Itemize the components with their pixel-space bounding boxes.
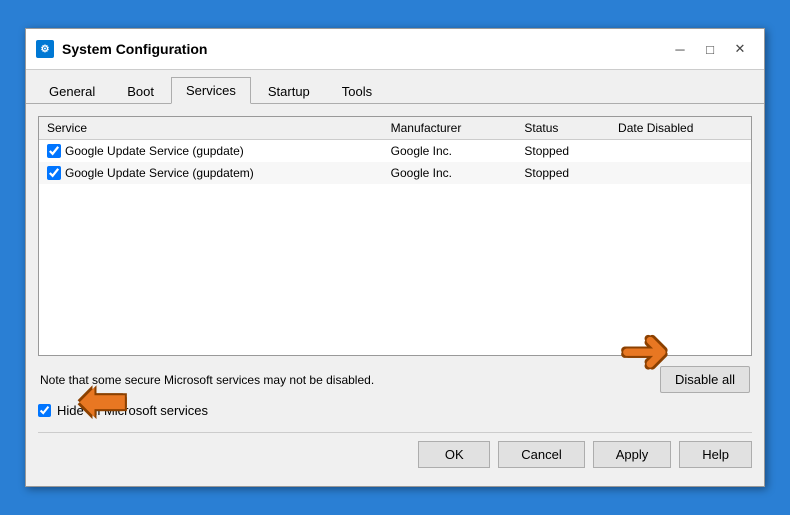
apply-button[interactable]: Apply (593, 441, 672, 468)
tab-bar: General Boot Services Startup Tools (26, 70, 764, 104)
tab-services[interactable]: Services (171, 77, 251, 104)
cancel-button[interactable]: Cancel (498, 441, 584, 468)
service-table-body: Google Update Service (gupdate) Google I… (39, 140, 751, 185)
ok-button[interactable]: OK (418, 441, 490, 468)
right-arrow-icon: ➜ (620, 316, 670, 386)
col-header-service: Service (39, 117, 383, 140)
content-wrapper: PCL Service Manufacturer Status Date Dis… (38, 116, 752, 474)
service-manufacturer-gupdate: Google Inc. (383, 140, 517, 163)
tab-content: PCL Service Manufacturer Status Date Dis… (26, 104, 764, 486)
service-manufacturer-gupdatem: Google Inc. (383, 162, 517, 184)
service-date-gupdatem (610, 162, 751, 184)
system-configuration-window: ⚙ System Configuration ─ □ ✕ General Boo… (25, 28, 765, 487)
tab-tools[interactable]: Tools (327, 77, 387, 104)
service-name-gupdatem: Google Update Service (gupdatem) (65, 166, 254, 180)
table-row: Google Update Service (gupdatem) Google … (39, 162, 751, 184)
title-bar: ⚙ System Configuration ─ □ ✕ (26, 29, 764, 70)
tab-general[interactable]: General (34, 77, 110, 104)
hide-ms-checkbox[interactable] (38, 404, 51, 417)
service-name-cell: Google Update Service (gupdate) (39, 140, 383, 163)
col-header-manufacturer: Manufacturer (383, 117, 517, 140)
col-header-date-disabled: Date Disabled (610, 117, 751, 140)
title-bar-controls: ─ □ ✕ (666, 37, 754, 61)
service-date-gupdate (610, 140, 751, 163)
title-bar-left: ⚙ System Configuration (36, 40, 207, 58)
table-row: Google Update Service (gupdate) Google I… (39, 140, 751, 163)
minimize-button[interactable]: ─ (666, 37, 694, 61)
table-header-row: Service Manufacturer Status Date Disable… (39, 117, 751, 140)
help-button[interactable]: Help (679, 441, 752, 468)
app-icon: ⚙ (36, 40, 54, 58)
service-status-gupdatem: Stopped (516, 162, 610, 184)
tab-startup[interactable]: Startup (253, 77, 325, 104)
window-title: System Configuration (62, 41, 207, 57)
hide-ms-row: Hide all Microsoft services (38, 403, 752, 418)
footer-buttons: OK Cancel Apply Help (38, 432, 752, 474)
close-button[interactable]: ✕ (726, 37, 754, 61)
service-table: Service Manufacturer Status Date Disable… (39, 117, 751, 184)
disable-all-button[interactable]: Disable all (660, 366, 750, 393)
service-checkbox-gupdatem[interactable] (47, 166, 61, 180)
service-checkbox-gupdate[interactable] (47, 144, 61, 158)
service-name-gupdate: Google Update Service (gupdate) (65, 144, 244, 158)
service-status-gupdate: Stopped (516, 140, 610, 163)
service-name-cell-2: Google Update Service (gupdatem) (39, 162, 383, 184)
col-header-status: Status (516, 117, 610, 140)
left-arrow-icon: ⬅ (78, 366, 128, 436)
tab-boot[interactable]: Boot (112, 77, 169, 104)
maximize-button[interactable]: □ (696, 37, 724, 61)
